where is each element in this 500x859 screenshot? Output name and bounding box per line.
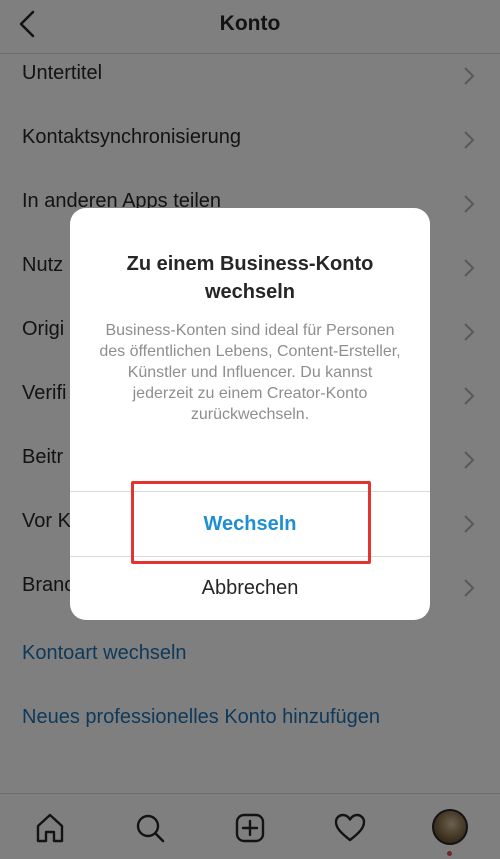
dialog-title: Zu einem Business-Konto wechseln [126, 253, 374, 303]
highlight-annotation [131, 481, 371, 564]
cancel-button[interactable]: Abbrechen [70, 557, 430, 620]
dialog-message: Business-Konten sind ideal für Personen … [99, 322, 401, 423]
